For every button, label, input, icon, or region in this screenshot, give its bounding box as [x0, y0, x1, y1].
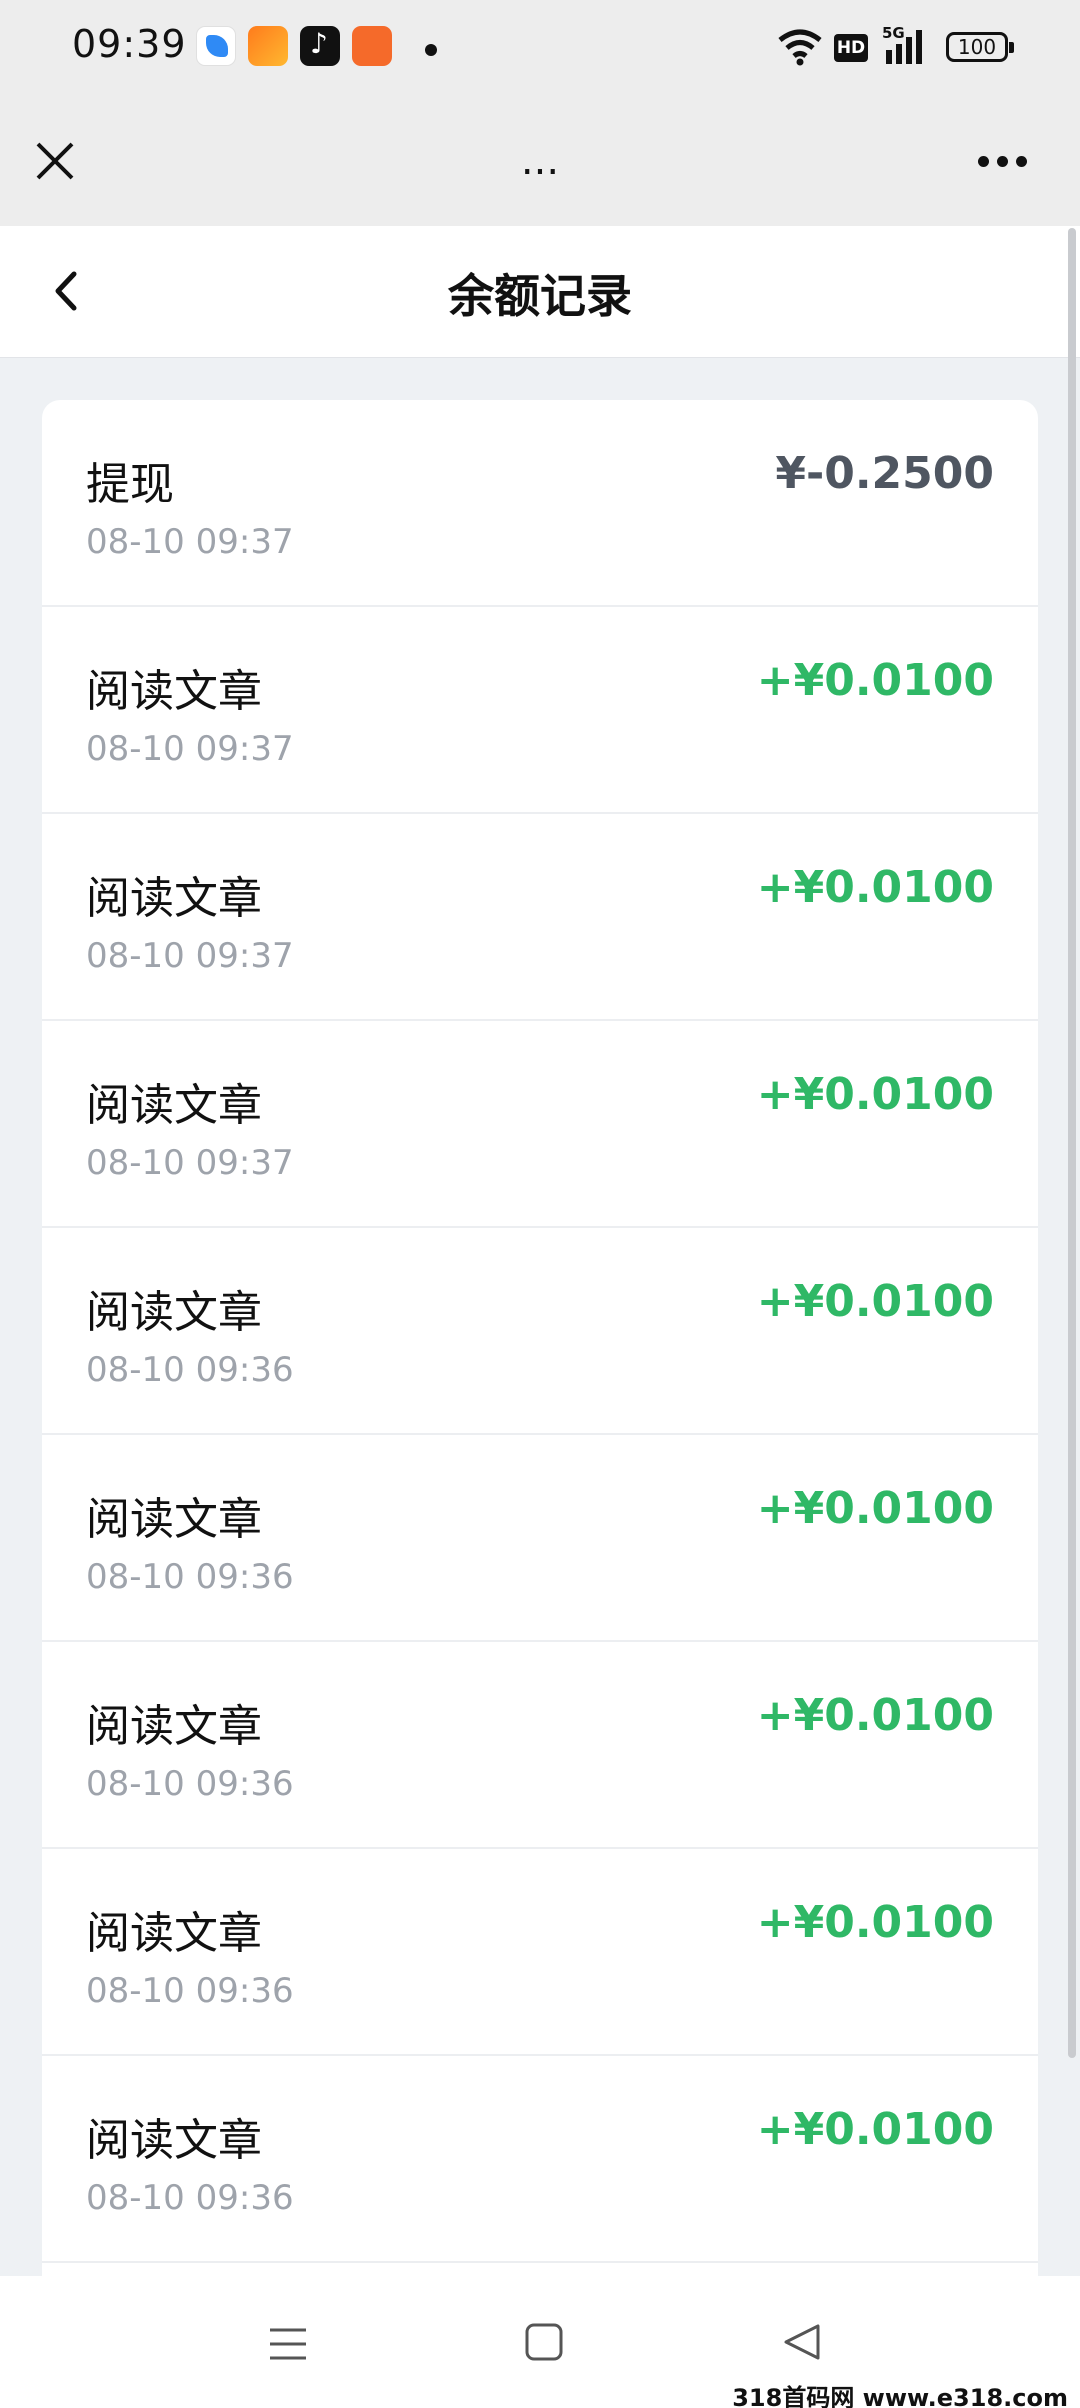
- record-amount: ¥-0.2500: [775, 448, 994, 499]
- record-amount: +¥0.0100: [756, 2104, 994, 2155]
- page-title: 余额记录: [448, 269, 632, 323]
- battery-indicator: 100: [946, 32, 1014, 62]
- page-header: 余额记录: [0, 226, 1080, 358]
- record-amount: +¥0.0100: [756, 1690, 994, 1741]
- record-time: 08-10 09:36: [86, 1557, 294, 1597]
- record-row[interactable]: 阅读文章 08-10 09:36 +¥0.0100: [42, 1642, 1038, 1849]
- webview-toolbar: ...: [0, 96, 1080, 226]
- scrollbar[interactable]: [1068, 228, 1076, 2058]
- record-row[interactable]: 阅读文章 08-10 09:36 +¥0.0100: [42, 2056, 1038, 2263]
- record-time: 08-10 09:36: [86, 1350, 294, 1390]
- more-dots-icon[interactable]: [978, 156, 1028, 168]
- record-title: 阅读文章: [86, 1908, 262, 1959]
- record-title: 阅读文章: [86, 1080, 262, 1131]
- signal-icon: 5G: [882, 24, 922, 64]
- tiktok-notification-icon: [300, 26, 340, 66]
- record-title: 阅读文章: [86, 666, 262, 717]
- webview-title: ...: [520, 138, 560, 184]
- record-amount: +¥0.0100: [756, 1069, 994, 1120]
- record-amount: +¥0.0100: [756, 655, 994, 706]
- record-amount: +¥0.0100: [756, 1897, 994, 1948]
- record-time: 08-10 09:37: [86, 729, 294, 769]
- record-row[interactable]: 阅读文章 08-10 09:37 +¥0.0100: [42, 607, 1038, 814]
- record-amount: +¥0.0100: [756, 862, 994, 913]
- record-amount: +¥0.0100: [756, 1483, 994, 1534]
- app-notification-icon: [352, 26, 392, 66]
- record-row[interactable]: 提现 08-10 09:37 ¥-0.2500: [42, 400, 1038, 607]
- record-time: 08-10 09:37: [86, 936, 294, 976]
- record-time: 08-10 09:36: [86, 2178, 294, 2218]
- record-time: 08-10 09:37: [86, 1143, 294, 1183]
- record-row[interactable]: 阅读文章 08-10 09:36 +¥0.0100: [42, 1228, 1038, 1435]
- record-title: 提现: [86, 459, 174, 510]
- status-bar: 09:39 HD 5G 100: [0, 0, 1080, 96]
- hd-badge: HD: [834, 34, 868, 62]
- record-row[interactable]: 阅读文章 08-10 09:37 +¥0.0100: [42, 1021, 1038, 1228]
- status-time: 09:39: [72, 22, 187, 66]
- balance-records-list: 提现 08-10 09:37 ¥-0.2500 阅读文章 08-10 09:37 +¥0.…: [42, 400, 1038, 2276]
- watermark-text: 318首码网 www.e318.com: [732, 2384, 1068, 2408]
- app-notification-icon: [196, 26, 236, 66]
- app-notification-icon: [248, 26, 288, 66]
- record-title: 阅读文章: [86, 2115, 262, 2166]
- record-title: 阅读文章: [86, 1494, 262, 1545]
- record-time: 08-10 09:37: [86, 522, 294, 562]
- record-title: 阅读文章: [86, 1287, 262, 1338]
- home-square-icon[interactable]: [524, 2322, 564, 2362]
- wifi-icon: [778, 29, 822, 66]
- record-title: 阅读文章: [86, 1701, 262, 1752]
- record-time: 08-10 09:36: [86, 1971, 294, 2011]
- svg-text:5G: 5G: [882, 24, 905, 42]
- record-amount: +¥0.0100: [756, 1276, 994, 1327]
- back-triangle-icon[interactable]: [782, 2322, 822, 2362]
- record-row[interactable]: 阅读文章 08-10 09:36 +¥0.0100: [42, 1849, 1038, 2056]
- menu-icon[interactable]: [268, 2324, 308, 2364]
- record-row[interactable]: 阅读文章 08-10 09:37 +¥0.0100: [42, 814, 1038, 1021]
- record-time: 08-10 09:36: [86, 1764, 294, 1804]
- more-notifications-dot: [425, 44, 437, 56]
- record-title: 阅读文章: [86, 873, 262, 924]
- record-row[interactable]: 阅读文章 08-10 09:36 +¥0.0100: [42, 1435, 1038, 1642]
